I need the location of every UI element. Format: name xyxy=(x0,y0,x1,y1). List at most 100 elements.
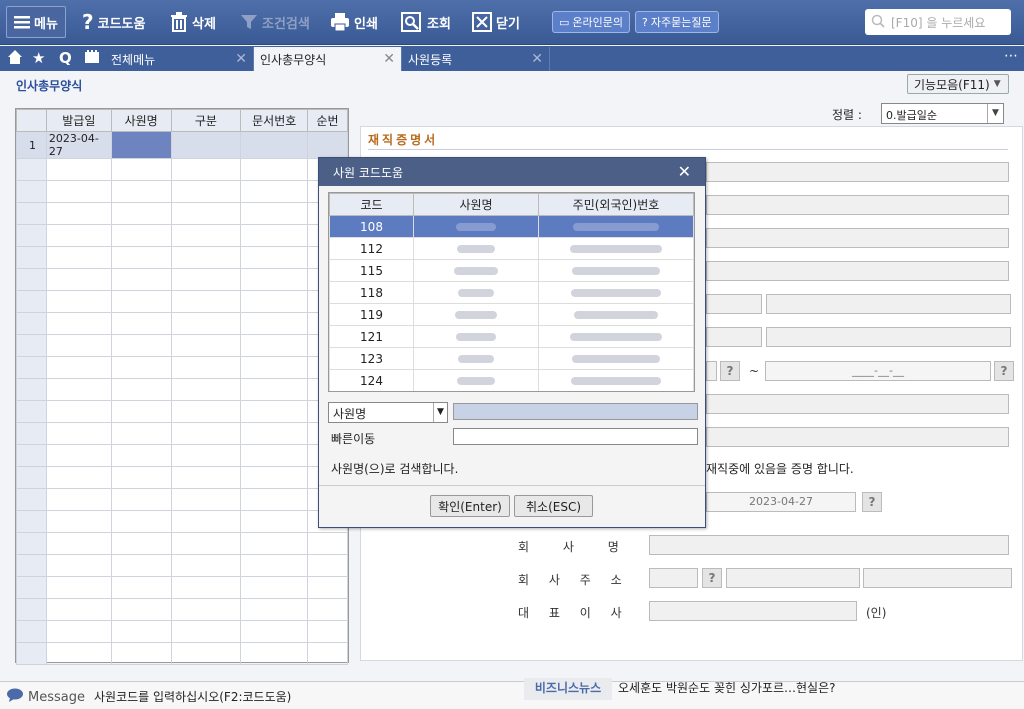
document-grid[interactable]: 발급일 사원명 구분 문서번호 순번 1 2023-04-27 xyxy=(15,108,349,665)
help-button[interactable]: ? xyxy=(994,361,1014,381)
table-row[interactable] xyxy=(16,290,348,313)
table-row[interactable] xyxy=(16,158,348,181)
table-cell[interactable] xyxy=(170,268,242,291)
table-row[interactable] xyxy=(16,400,348,423)
q-icon[interactable]: Q xyxy=(59,49,72,67)
table-cell[interactable] xyxy=(45,356,112,379)
table-cell[interactable] xyxy=(45,312,112,335)
table-cell[interactable] xyxy=(45,378,112,401)
table-cell[interactable] xyxy=(170,246,242,269)
business-news-label[interactable]: 비즈니스뉴스 xyxy=(524,678,612,700)
id-number-cell[interactable] xyxy=(538,303,694,326)
home-icon[interactable] xyxy=(7,49,23,69)
table-cell[interactable] xyxy=(110,224,172,247)
table-cell[interactable] xyxy=(240,246,309,269)
table-cell[interactable] xyxy=(307,620,348,643)
table-cell[interactable] xyxy=(240,180,309,203)
table-cell[interactable] xyxy=(110,312,172,335)
column-header[interactable]: 사원명 xyxy=(110,109,172,132)
help-button[interactable]: ? xyxy=(702,568,722,588)
table-row[interactable]: 1 2023-04-27 xyxy=(16,131,348,159)
column-header[interactable]: 코드 xyxy=(329,193,414,216)
table-cell[interactable] xyxy=(240,378,309,401)
name-cell[interactable] xyxy=(413,325,539,348)
table-cell[interactable] xyxy=(170,488,242,511)
online-inquiry-button[interactable]: ▭ 온라인문의 xyxy=(552,11,631,33)
table-cell[interactable] xyxy=(45,246,112,269)
table-cell[interactable] xyxy=(240,466,309,489)
table-cell[interactable] xyxy=(170,422,242,445)
faq-button[interactable]: ? 자주묻는질문 xyxy=(635,11,719,33)
menu-search-input[interactable]: [F10] 을 누르세요 xyxy=(865,9,1011,35)
board-icon[interactable] xyxy=(84,49,100,68)
list-item[interactable]: 112 xyxy=(329,237,694,260)
table-cell[interactable] xyxy=(240,554,309,577)
table-cell[interactable] xyxy=(240,642,309,665)
list-item[interactable]: 115 xyxy=(329,259,694,282)
address-field[interactable] xyxy=(726,568,860,588)
table-cell[interactable] xyxy=(110,554,172,577)
table-cell[interactable] xyxy=(240,598,309,621)
table-cell[interactable] xyxy=(45,400,112,423)
table-cell[interactable] xyxy=(170,180,242,203)
end-date-field[interactable]: ____-__-__ xyxy=(765,361,991,381)
table-cell[interactable] xyxy=(110,444,172,467)
table-cell[interactable] xyxy=(240,158,309,181)
table-cell[interactable] xyxy=(240,356,309,379)
close-icon[interactable]: ✕ xyxy=(678,162,691,181)
table-cell[interactable] xyxy=(110,576,172,599)
table-cell[interactable] xyxy=(170,158,242,181)
table-row[interactable] xyxy=(16,642,348,665)
more-icon[interactable]: ⋯ xyxy=(1004,48,1018,64)
table-cell[interactable] xyxy=(170,400,242,423)
employee-list[interactable]: 코드 사원명 주민(외국인)번호 108 112 115 118 119 121 123 12… xyxy=(328,192,695,392)
table-cell[interactable] xyxy=(240,224,309,247)
table-cell[interactable] xyxy=(240,202,309,225)
table-cell[interactable] xyxy=(170,532,242,555)
table-cell[interactable] xyxy=(110,598,172,621)
tab-employee-register[interactable]: 사원등록 ✕ xyxy=(402,47,550,71)
table-cell[interactable] xyxy=(45,488,112,511)
table-cell[interactable] xyxy=(240,422,309,445)
table-cell[interactable] xyxy=(240,400,309,423)
table-cell[interactable] xyxy=(110,268,172,291)
code-cell[interactable]: 112 xyxy=(329,237,414,260)
table-cell[interactable] xyxy=(240,532,309,555)
code-cell[interactable]: 108 xyxy=(329,215,414,238)
code-cell[interactable]: 121 xyxy=(329,325,414,348)
table-cell[interactable] xyxy=(45,532,112,555)
input-field[interactable] xyxy=(766,327,1011,347)
table-cell[interactable] xyxy=(45,554,112,577)
table-row[interactable] xyxy=(16,620,348,643)
table-cell[interactable] xyxy=(45,158,112,181)
table-cell[interactable] xyxy=(45,620,112,643)
table-cell[interactable] xyxy=(307,576,348,599)
list-item[interactable]: 124 xyxy=(329,369,694,391)
input-field[interactable] xyxy=(706,427,1009,447)
table-cell[interactable] xyxy=(45,290,112,313)
column-header[interactable]: 발급일 xyxy=(45,109,112,132)
star-icon[interactable]: ★ xyxy=(32,49,45,67)
table-row[interactable] xyxy=(16,554,348,577)
tab-hr-forms[interactable]: 인사총무양식 ✕ xyxy=(254,47,402,71)
list-item[interactable]: 108 xyxy=(329,215,694,238)
table-cell[interactable] xyxy=(110,642,172,665)
table-cell[interactable] xyxy=(110,510,172,533)
table-cell[interactable] xyxy=(170,290,242,313)
help-button[interactable]: ? xyxy=(720,361,740,381)
table-cell[interactable] xyxy=(170,510,242,533)
table-cell[interactable] xyxy=(110,334,172,357)
table-row[interactable] xyxy=(16,598,348,621)
list-item[interactable]: 123 xyxy=(329,347,694,370)
name-cell[interactable] xyxy=(413,303,539,326)
function-menu-button[interactable]: 기능모음(F11) ▼ xyxy=(907,74,1009,94)
table-cell[interactable] xyxy=(45,202,112,225)
name-cell[interactable] xyxy=(413,347,539,370)
table-row[interactable] xyxy=(16,466,348,489)
table-cell[interactable] xyxy=(240,620,309,643)
name-cell[interactable] xyxy=(413,215,539,238)
column-header[interactable]: 주민(외국인)번호 xyxy=(538,193,694,216)
table-cell[interactable] xyxy=(110,466,172,489)
table-cell[interactable] xyxy=(110,290,172,313)
id-number-cell[interactable] xyxy=(538,259,694,282)
